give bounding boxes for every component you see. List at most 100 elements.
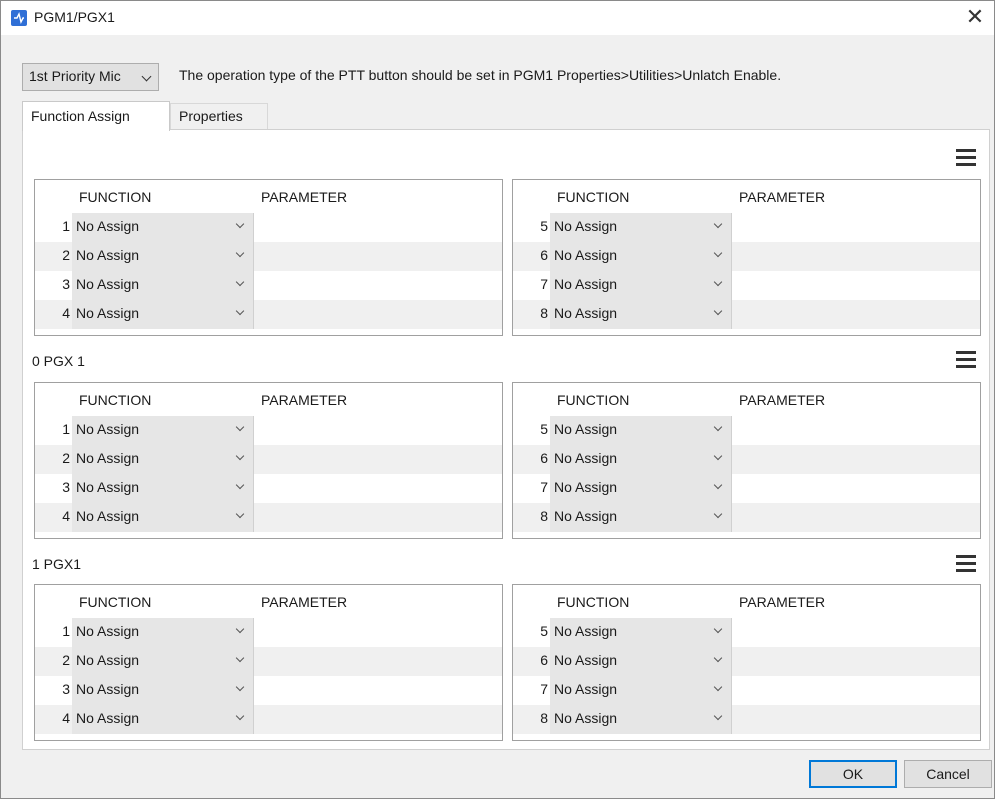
row-number: 6 bbox=[540, 247, 548, 263]
table-row: 8 No Assign bbox=[513, 300, 980, 329]
table-row: 7 No Assign bbox=[513, 474, 980, 503]
function-select[interactable]: No Assign bbox=[72, 445, 254, 474]
chevron-down-icon bbox=[235, 422, 245, 432]
function-select[interactable]: No Assign bbox=[550, 503, 732, 532]
tab-properties[interactable]: Properties bbox=[170, 103, 268, 129]
function-select-value: No Assign bbox=[76, 479, 140, 495]
chevron-down-icon bbox=[141, 71, 152, 82]
tab-function-assign[interactable]: Function Assign bbox=[22, 101, 170, 131]
row-number: 8 bbox=[540, 710, 548, 726]
parameter-column-header: PARAMETER bbox=[261, 594, 348, 610]
function-select[interactable]: No Assign bbox=[550, 705, 732, 734]
table-row: 6 No Assign bbox=[513, 242, 980, 271]
chevron-down-icon bbox=[235, 711, 245, 721]
chevron-down-icon bbox=[713, 509, 723, 519]
chevron-down-icon bbox=[713, 219, 723, 229]
row-number: 8 bbox=[540, 508, 548, 524]
parameter-column-header: PARAMETER bbox=[739, 189, 826, 205]
function-select[interactable]: No Assign bbox=[550, 271, 732, 300]
cancel-button[interactable]: Cancel bbox=[904, 760, 992, 788]
function-select[interactable]: No Assign bbox=[550, 213, 732, 242]
function-select[interactable]: No Assign bbox=[72, 271, 254, 300]
table-row: 1 No Assign bbox=[35, 618, 502, 647]
function-select[interactable]: No Assign bbox=[550, 474, 732, 503]
function-select-value: No Assign bbox=[76, 710, 140, 726]
function-select-value: No Assign bbox=[76, 623, 140, 639]
title-bar: PGM1/PGX1 ✕ bbox=[1, 1, 994, 35]
function-select[interactable]: No Assign bbox=[72, 300, 254, 329]
dialog-window: PGM1/PGX1 ✕ 1st Priority Mic The operati… bbox=[0, 0, 995, 799]
function-select[interactable]: No Assign bbox=[72, 503, 254, 532]
table-row: 5 No Assign bbox=[513, 618, 980, 647]
function-select[interactable]: No Assign bbox=[550, 242, 732, 271]
row-number: 4 bbox=[62, 508, 70, 524]
row-number: 3 bbox=[62, 681, 70, 697]
table-row: 1 No Assign bbox=[35, 213, 502, 242]
function-select[interactable]: No Assign bbox=[550, 445, 732, 474]
chevron-down-icon bbox=[713, 277, 723, 287]
row-number: 6 bbox=[540, 652, 548, 668]
chevron-down-icon bbox=[713, 653, 723, 663]
function-select-value: No Assign bbox=[76, 681, 140, 697]
chevron-down-icon bbox=[235, 653, 245, 663]
function-select-value: No Assign bbox=[76, 305, 140, 321]
function-select[interactable]: No Assign bbox=[72, 213, 254, 242]
function-select[interactable]: No Assign bbox=[72, 705, 254, 734]
close-icon[interactable]: ✕ bbox=[960, 4, 990, 32]
table-row: 8 No Assign bbox=[513, 705, 980, 734]
row-number: 7 bbox=[540, 479, 548, 495]
row-number: 6 bbox=[540, 450, 548, 466]
table-row: 2 No Assign bbox=[35, 242, 502, 271]
menu-icon[interactable] bbox=[955, 552, 977, 574]
function-select[interactable]: No Assign bbox=[550, 416, 732, 445]
menu-icon[interactable] bbox=[955, 348, 977, 370]
table-row: 7 No Assign bbox=[513, 676, 980, 705]
function-select[interactable]: No Assign bbox=[72, 618, 254, 647]
ok-button[interactable]: OK bbox=[809, 760, 897, 788]
function-select[interactable]: No Assign bbox=[72, 474, 254, 503]
row-number: 2 bbox=[62, 652, 70, 668]
function-select[interactable]: No Assign bbox=[550, 647, 732, 676]
row-number: 3 bbox=[62, 479, 70, 495]
chevron-down-icon bbox=[713, 711, 723, 721]
mic-priority-select[interactable]: 1st Priority Mic bbox=[22, 63, 159, 91]
chevron-down-icon bbox=[235, 248, 245, 258]
function-table: FUNCTION PARAMETER 5 No Assign 6 No Assign 7 No… bbox=[512, 179, 981, 336]
function-select-value: No Assign bbox=[554, 218, 618, 234]
parameter-column-header: PARAMETER bbox=[261, 392, 348, 408]
row-number: 1 bbox=[62, 218, 70, 234]
table-row: 2 No Assign bbox=[35, 445, 502, 474]
function-select-value: No Assign bbox=[76, 450, 140, 466]
function-select-value: No Assign bbox=[554, 710, 618, 726]
function-select[interactable]: No Assign bbox=[550, 618, 732, 647]
group-label: 1 PGX1 bbox=[32, 556, 82, 572]
function-select[interactable]: No Assign bbox=[550, 676, 732, 705]
function-select[interactable]: No Assign bbox=[72, 676, 254, 705]
table-row: 4 No Assign bbox=[35, 300, 502, 329]
function-select-value: No Assign bbox=[554, 508, 618, 524]
table-row: 5 No Assign bbox=[513, 416, 980, 445]
function-select[interactable]: No Assign bbox=[72, 242, 254, 271]
chevron-down-icon bbox=[713, 451, 723, 461]
app-icon bbox=[11, 10, 27, 26]
menu-icon[interactable] bbox=[955, 146, 977, 168]
table-row: 4 No Assign bbox=[35, 705, 502, 734]
chevron-down-icon bbox=[235, 306, 245, 316]
function-select[interactable]: No Assign bbox=[72, 647, 254, 676]
table-row: 2 No Assign bbox=[35, 647, 502, 676]
function-select[interactable]: No Assign bbox=[550, 300, 732, 329]
row-number: 4 bbox=[62, 305, 70, 321]
function-select-value: No Assign bbox=[76, 421, 140, 437]
row-number: 7 bbox=[540, 276, 548, 292]
function-column-header: FUNCTION bbox=[79, 392, 152, 408]
info-text: The operation type of the PTT button sho… bbox=[179, 67, 782, 83]
chevron-down-icon bbox=[713, 248, 723, 258]
function-select-value: No Assign bbox=[554, 479, 618, 495]
row-number: 5 bbox=[540, 623, 548, 639]
parameter-column-header: PARAMETER bbox=[261, 189, 348, 205]
function-select-value: No Assign bbox=[554, 305, 618, 321]
function-select[interactable]: No Assign bbox=[72, 416, 254, 445]
row-number: 7 bbox=[540, 681, 548, 697]
table-row: 3 No Assign bbox=[35, 474, 502, 503]
chevron-down-icon bbox=[713, 624, 723, 634]
